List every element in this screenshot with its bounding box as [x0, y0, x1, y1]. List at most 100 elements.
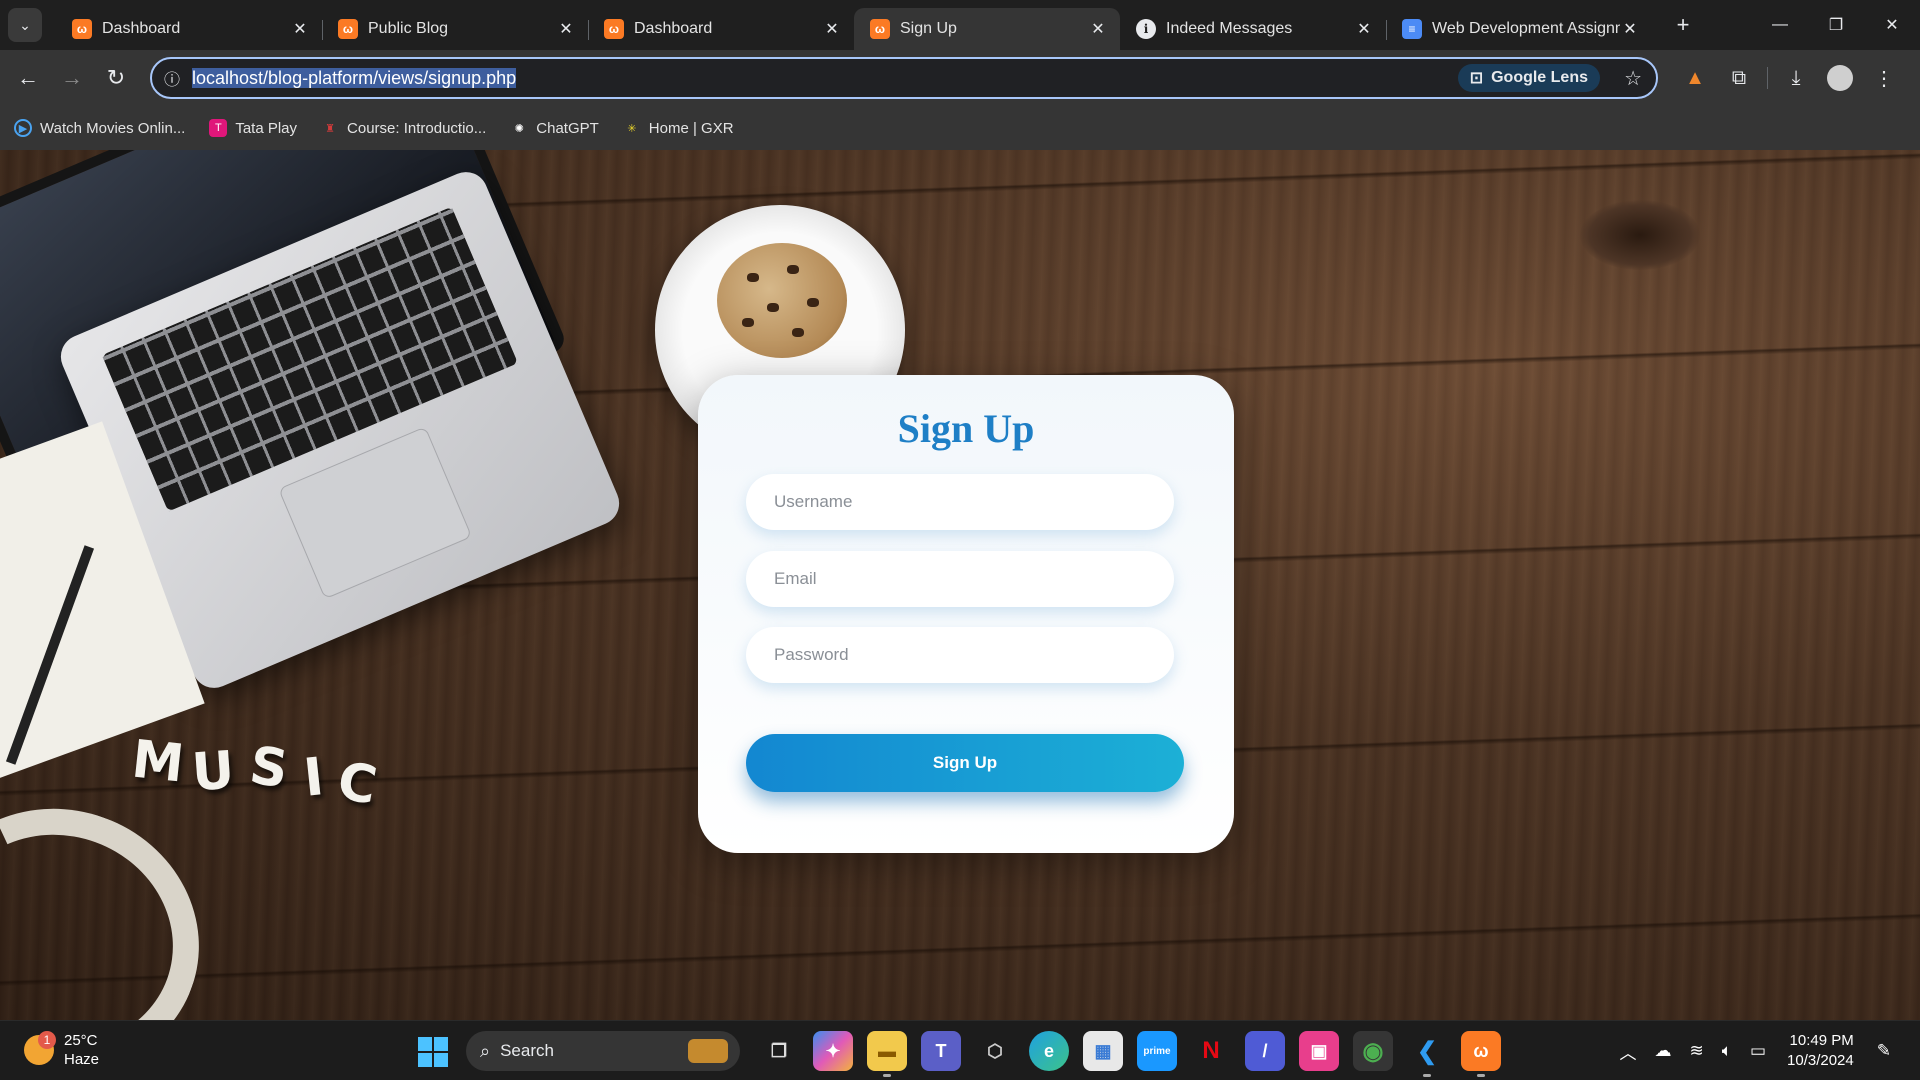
browser-toolbar: ← → ↻ ⓘ localhost/blog-platform/views/si…	[0, 50, 1920, 106]
linear-app-icon[interactable]: /	[1245, 1031, 1285, 1071]
clock-time: 10:49 PM	[1789, 1032, 1854, 1049]
reload-icon[interactable]: ↻	[94, 56, 138, 100]
clock-date: 10/3/2024	[1787, 1052, 1854, 1069]
metamask-extension-icon[interactable]: ▲	[1673, 67, 1717, 90]
lens-icon: ⊡	[1469, 70, 1484, 87]
search-highlight-icon	[688, 1039, 728, 1063]
google-lens-button[interactable]: ⊡ Google Lens	[1457, 64, 1600, 92]
username-input[interactable]	[746, 474, 1174, 530]
bookmark-label: ChatGPT	[536, 119, 599, 137]
chevron-up-icon[interactable]: ︿	[1620, 1039, 1637, 1064]
chrome-icon[interactable]: ◉	[1353, 1031, 1393, 1071]
bookmark-label: Course: Introductio...	[347, 119, 487, 137]
address-bar[interactable]: ⓘ localhost/blog-platform/views/signup.p…	[150, 57, 1658, 99]
bookmark-label: Watch Movies Onlin...	[40, 119, 186, 137]
file-explorer-icon[interactable]: ▬	[867, 1031, 907, 1077]
close-icon[interactable]: ✕	[822, 19, 842, 39]
bookmark-label: Home | GXR	[648, 119, 734, 137]
prime-video-icon[interactable]: prime	[1137, 1031, 1177, 1071]
restore-icon[interactable]: ❐	[1808, 0, 1864, 50]
close-icon[interactable]: ✕	[1354, 19, 1374, 39]
back-icon[interactable]: ←	[6, 56, 50, 100]
copilot-icon[interactable]: ✦	[813, 1031, 853, 1071]
bookmark-tata-play[interactable]: T Tata Play	[209, 119, 297, 137]
close-icon[interactable]: ✕	[1620, 19, 1640, 39]
bookmark-watch-movies[interactable]: ▶ Watch Movies Onlin...	[14, 119, 185, 137]
background-headphones	[0, 769, 237, 1020]
signup-card: Sign Up Sign Up	[698, 375, 1234, 853]
url-text[interactable]: localhost/blog-platform/views/signup.php	[192, 67, 517, 89]
weather-widget[interactable]: 1 25°C Haze	[24, 1031, 99, 1069]
edge-icon[interactable]: e	[1029, 1031, 1069, 1071]
bookmark-star-icon[interactable]: ☆	[1624, 66, 1642, 91]
chatgpt-icon: ✺	[514, 122, 524, 135]
site-info-icon[interactable]: ⓘ	[152, 66, 192, 90]
notifications-icon[interactable]: ✎	[1877, 1041, 1891, 1061]
volume-icon[interactable]: 🔈︎	[1722, 1041, 1732, 1061]
tab-public-blog[interactable]: ω Public Blog ✕	[322, 8, 588, 50]
background-cookie	[717, 243, 847, 358]
tab-search-button[interactable]: ⌄	[8, 8, 42, 42]
tab-dashboard-2[interactable]: ω Dashboard ✕	[588, 8, 854, 50]
profile-avatar[interactable]	[1827, 65, 1853, 91]
email-input[interactable]	[746, 551, 1174, 607]
minimize-icon[interactable]: —	[1752, 0, 1808, 50]
close-icon[interactable]: ✕	[1088, 19, 1108, 39]
windows-start-icon[interactable]	[418, 1037, 448, 1067]
task-view-icon[interactable]: ❐	[759, 1031, 799, 1071]
tab-dashboard-1[interactable]: ω Dashboard ✕	[56, 8, 322, 50]
system-tray: ︿ ☁ ≋ 🔈︎ ▭ 10:49 PM 10/3/2024 ✎	[1611, 1021, 1901, 1080]
battery-icon[interactable]: ▭	[1750, 1041, 1766, 1061]
tata-play-icon: T	[209, 119, 228, 137]
weather-text: 25°C Haze	[64, 1031, 99, 1069]
microsoft-store-icon[interactable]: ▦	[1083, 1031, 1123, 1071]
tab-title: Web Development Assignm	[1432, 20, 1620, 37]
xampp-icon: ω	[72, 19, 92, 39]
weather-temp: 25°C	[64, 1032, 98, 1049]
tab-title: Indeed Messages	[1166, 20, 1293, 37]
background-wood-knot	[1580, 200, 1700, 270]
tab-title: Public Blog	[368, 20, 449, 37]
forward-icon[interactable]: →	[50, 56, 94, 100]
search-label: Search	[500, 1041, 554, 1060]
toolbar-divider	[1767, 67, 1768, 89]
onedrive-icon[interactable]: ☁	[1655, 1041, 1672, 1061]
new-tab-button[interactable]: +	[1668, 12, 1698, 38]
weather-haze-icon: 1	[24, 1031, 56, 1065]
background-letter: C	[333, 751, 382, 817]
signup-title: Sign Up	[897, 406, 1035, 451]
extensions-icon[interactable]: ⧉	[1717, 67, 1761, 90]
xampp-icon: ω	[604, 19, 624, 39]
tab-title: Dashboard	[634, 20, 713, 37]
xampp-icon: ω	[338, 19, 358, 39]
close-icon[interactable]: ✕	[290, 19, 310, 39]
menu-icon[interactable]: ⋮	[1862, 66, 1906, 91]
info-icon: i	[1136, 19, 1156, 39]
bookmark-chatgpt[interactable]: ✺ ChatGPT	[510, 119, 599, 137]
taskbar-search[interactable]: ⌕ Search	[466, 1031, 740, 1071]
background-letter: M	[129, 729, 187, 795]
bookmarks-bar: ▶ Watch Movies Onlin... T Tata Play ♜ Co…	[0, 106, 1920, 150]
tab-indeed-messages[interactable]: i Indeed Messages ✕	[1120, 8, 1386, 50]
taskbar-apps: ❐ ✦ ▬ T ⬡ e ▦ prime N / ▣ ◉ ❮ ω	[752, 1031, 1508, 1077]
tab-strip: ⌄ ω Dashboard ✕ ω Public Blog ✕ ω Dashbo…	[0, 0, 1920, 50]
bookmark-course[interactable]: ♜ Course: Introductio...	[321, 119, 486, 137]
course-icon: ♜	[325, 122, 335, 135]
close-window-icon[interactable]: ✕	[1864, 0, 1920, 50]
clipchamp-icon[interactable]: ▣	[1299, 1031, 1339, 1071]
download-icon[interactable]: ⤓	[1774, 67, 1818, 90]
xampp-icon[interactable]: ω	[1461, 1031, 1501, 1077]
signup-submit-button[interactable]: Sign Up	[746, 734, 1184, 792]
tab-sign-up[interactable]: ω Sign Up ✕	[854, 8, 1120, 50]
tab-web-dev-assignment[interactable]: ≡ Web Development Assignm ✕	[1386, 8, 1652, 50]
clock[interactable]: 10:49 PM 10/3/2024	[1787, 1031, 1854, 1071]
netflix-icon[interactable]: N	[1191, 1031, 1231, 1071]
unity-hub-icon[interactable]: ⬡	[975, 1031, 1015, 1071]
vscode-icon[interactable]: ❮	[1407, 1031, 1447, 1077]
wifi-icon[interactable]: ≋	[1690, 1041, 1704, 1061]
bookmark-gxr[interactable]: ✳ Home | GXR	[623, 119, 734, 137]
close-icon[interactable]: ✕	[556, 19, 576, 39]
password-input[interactable]	[746, 627, 1174, 683]
teams-icon[interactable]: T	[921, 1031, 961, 1071]
tab-list: ω Dashboard ✕ ω Public Blog ✕ ω Dashboar…	[56, 0, 1652, 50]
